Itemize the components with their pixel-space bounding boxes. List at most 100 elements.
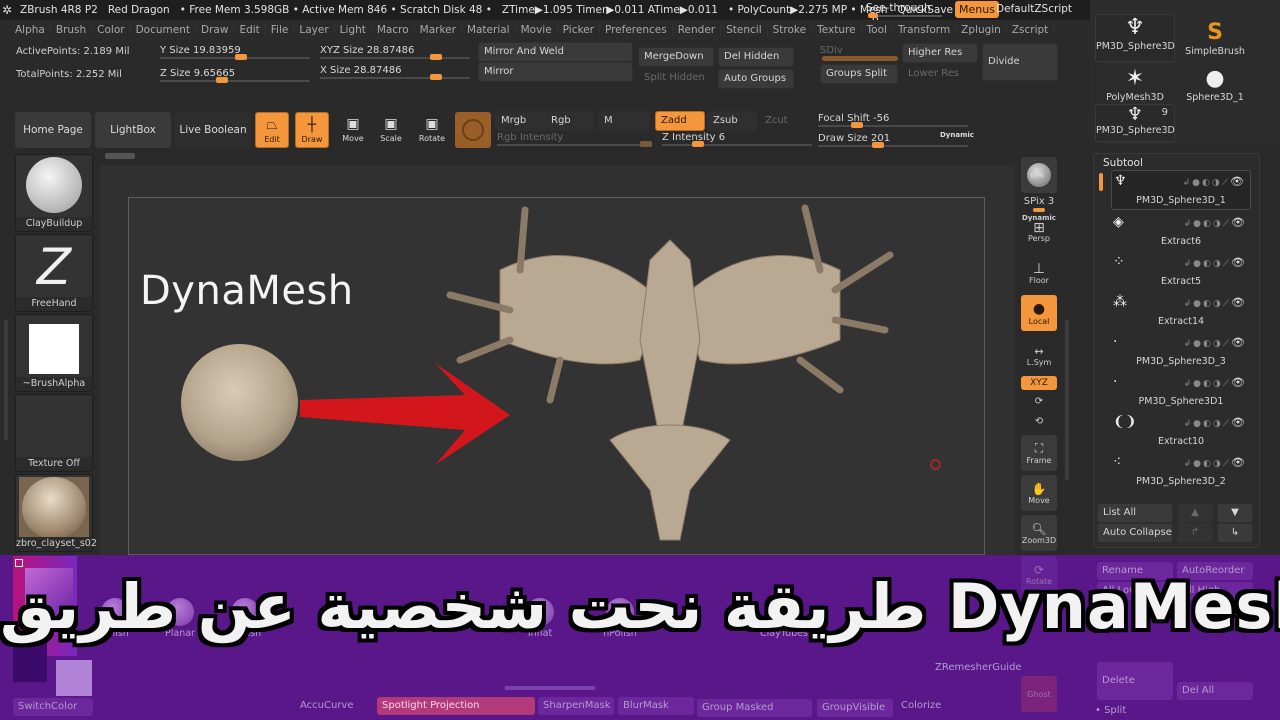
menu-transform[interactable]: Transform bbox=[893, 24, 957, 36]
tool-thumb[interactable]: S SimpleBrush bbox=[1175, 20, 1255, 60]
menu-movie[interactable]: Movie bbox=[516, 24, 558, 36]
subtool-item[interactable]: ♆ ↲●◐◑⟋👁︎ PM3D_Sphere3D_1 bbox=[1111, 170, 1251, 210]
menu-document[interactable]: Document bbox=[131, 24, 196, 36]
menu-marker[interactable]: Marker bbox=[415, 24, 462, 36]
subtool-item[interactable]: ⁂ ↲●◐◑⟋👁︎ Extract14 bbox=[1111, 292, 1251, 332]
menu-preferences[interactable]: Preferences bbox=[600, 24, 673, 36]
menu-stroke[interactable]: Stroke bbox=[768, 24, 813, 36]
move-down-icon[interactable]: ▼ bbox=[1217, 503, 1253, 523]
menu-macro[interactable]: Macro bbox=[372, 24, 415, 36]
menu-render[interactable]: Render bbox=[673, 24, 722, 36]
sdiv-slider[interactable]: SDiv bbox=[820, 43, 898, 63]
slider-knob[interactable] bbox=[639, 141, 652, 147]
m-button[interactable]: M bbox=[598, 111, 650, 131]
ghost-button[interactable]: Ghost bbox=[1021, 676, 1057, 712]
scale-button[interactable]: ▣ Scale bbox=[374, 112, 408, 148]
blur-mask-button[interactable]: BlurMask bbox=[618, 697, 694, 715]
accucurve-button[interactable]: AccuCurve bbox=[295, 697, 375, 715]
auto-groups-button[interactable]: Auto Groups bbox=[718, 69, 794, 89]
subtool-controls[interactable]: ↲●◐◑⟋👁︎ bbox=[1184, 456, 1247, 469]
menu-layer[interactable]: Layer bbox=[294, 24, 335, 36]
list-all-button[interactable]: List All bbox=[1097, 503, 1173, 523]
brush-selector[interactable]: ClayBuildup bbox=[15, 154, 93, 232]
alpha-selector[interactable]: ~BrushAlpha bbox=[15, 314, 93, 392]
lightbox-button[interactable]: LightBox bbox=[95, 112, 171, 148]
del-hidden-button[interactable]: Del Hidden bbox=[718, 47, 794, 67]
tool-thumb[interactable]: ♆ PM3D_Sphere3D bbox=[1095, 14, 1175, 62]
shelf-scroll-handle[interactable] bbox=[105, 153, 135, 159]
menu-alpha[interactable]: Alpha bbox=[10, 24, 51, 36]
colorize-button[interactable]: Colorize bbox=[896, 697, 996, 715]
dynamic-toggle[interactable]: Dynamic bbox=[940, 131, 974, 139]
delete-button[interactable]: Delete bbox=[1097, 662, 1173, 700]
slider-knob[interactable] bbox=[215, 77, 228, 83]
auto-collapse-button[interactable]: Auto Collapse bbox=[1097, 523, 1173, 543]
y-rotate-icon[interactable]: ⟳ bbox=[1021, 396, 1057, 407]
rgb-intensity-slider[interactable]: Rgb Intensity bbox=[497, 130, 652, 147]
menu-stencil[interactable]: Stencil bbox=[721, 24, 768, 36]
mirror-and-weld-button[interactable]: Mirror And Weld bbox=[478, 42, 633, 62]
spix-slider[interactable]: SPix 3 bbox=[1021, 196, 1057, 212]
menu-edit[interactable]: Edit bbox=[234, 24, 266, 36]
higher-res-button[interactable]: Higher Res bbox=[902, 43, 978, 63]
switch-color-button[interactable]: SwitchColor bbox=[13, 698, 93, 716]
slider-knob[interactable] bbox=[692, 141, 704, 147]
lsym-button[interactable]: ↔ L.Sym bbox=[1021, 345, 1057, 367]
redo-arrow-icon[interactable]: ↱ bbox=[1177, 523, 1213, 543]
merge-down-button[interactable]: MergeDown bbox=[638, 47, 714, 67]
frame-button[interactable]: ⛶ Frame bbox=[1021, 435, 1057, 471]
material-selector[interactable]: zbro_clayset_s02 bbox=[15, 474, 97, 552]
subtool-controls[interactable]: ↲●◐◑⟋👁︎ bbox=[1184, 376, 1247, 389]
lower-res-button[interactable]: Lower Res bbox=[902, 64, 978, 84]
menu-draw[interactable]: Draw bbox=[196, 24, 235, 36]
move-up-icon[interactable]: ▲ bbox=[1177, 503, 1213, 523]
split-section[interactable]: • Split bbox=[1095, 705, 1126, 716]
xyz-rotate-button[interactable]: XYZ bbox=[1021, 376, 1057, 390]
slider-knob[interactable] bbox=[429, 74, 442, 80]
secondary-color-swatch[interactable] bbox=[56, 660, 92, 696]
focal-shift-slider[interactable]: Focal Shift -56 bbox=[818, 111, 968, 128]
menus-toggle-button[interactable]: Menus bbox=[955, 1, 999, 18]
group-visible-button[interactable]: GroupVisible bbox=[817, 699, 893, 717]
menu-brush[interactable]: Brush bbox=[51, 24, 93, 36]
subtool-controls[interactable]: ↲●◐◑⟋👁︎ bbox=[1184, 216, 1247, 229]
persp-button[interactable]: Dynamic ⊞ Persp bbox=[1021, 214, 1057, 243]
slider-knob[interactable] bbox=[235, 54, 247, 60]
zsub-button[interactable]: Zsub bbox=[707, 111, 757, 131]
rotate-button[interactable]: ▣ Rotate bbox=[415, 112, 449, 148]
z-rotate-icon[interactable]: ⟲ bbox=[1021, 416, 1057, 427]
rgb-button[interactable]: Rgb bbox=[545, 111, 595, 131]
menu-zplugin[interactable]: Zplugin bbox=[956, 24, 1007, 36]
z-intensity-slider[interactable]: Z Intensity 6 bbox=[662, 130, 812, 147]
divide-button[interactable]: Divide bbox=[982, 43, 1058, 81]
subtool-item[interactable]: ⁘ ↲●◐◑⟋👁︎ Extract5 bbox=[1111, 252, 1251, 292]
subtool-controls[interactable]: ↲●◐◑⟋👁︎ bbox=[1183, 175, 1246, 188]
zcut-button[interactable]: Zcut bbox=[759, 111, 809, 131]
floor-button[interactable]: ⊥ Floor bbox=[1021, 262, 1057, 285]
del-all-button[interactable]: Del All bbox=[1177, 682, 1253, 700]
subtool-scroll-handle[interactable] bbox=[1099, 173, 1103, 191]
left-scrollbar[interactable] bbox=[4, 320, 8, 440]
zoom3d-button[interactable]: 🔍︎ Zoom3D bbox=[1021, 515, 1057, 551]
xyz-size-slider[interactable]: XYZ Size 28.87486 bbox=[320, 43, 470, 60]
home-page-button[interactable]: Home Page bbox=[15, 112, 91, 148]
subtool-item[interactable]: · ↲●◐◑⟋👁︎ PM3D_Sphere3D1 bbox=[1111, 372, 1251, 412]
move-button[interactable]: ▣ Move bbox=[336, 112, 370, 148]
tool-thumb[interactable]: ✶ PolyMesh3D bbox=[1095, 66, 1175, 106]
subtool-item[interactable]: · ↲●◐◑⟋👁︎ PM3D_Sphere3D_3 bbox=[1111, 332, 1251, 372]
slider-knob[interactable] bbox=[851, 122, 863, 128]
brush-label[interactable]: ZRemesherGuide bbox=[935, 662, 1022, 673]
subtool-item[interactable]: ❨❩ ↲●◐◑⟋👁︎ Extract10 bbox=[1111, 412, 1251, 452]
menu-light[interactable]: Light bbox=[335, 24, 372, 36]
menu-file[interactable]: File bbox=[266, 24, 295, 36]
split-hidden-button[interactable]: Split Hidden bbox=[638, 68, 714, 88]
slider-knob[interactable] bbox=[872, 142, 884, 148]
subtool-controls[interactable]: ↲●◐◑⟋👁︎ bbox=[1184, 256, 1247, 269]
x-size-slider[interactable]: X Size 28.87486 bbox=[320, 63, 470, 80]
spotlight-projection-button[interactable]: Spotlight Projection bbox=[377, 697, 535, 715]
default-zscript-button[interactable]: DefaultZScript bbox=[996, 3, 1072, 15]
subtool-item[interactable]: ◈ ↲●◐◑⟋👁︎ Extract6 bbox=[1111, 212, 1251, 252]
subtool-item[interactable]: ⁖ ↲●◐◑⟋👁︎ PM3D_Sphere3D_2 bbox=[1111, 452, 1251, 492]
live-boolean-button[interactable]: Live Boolean bbox=[175, 112, 251, 148]
y-size-slider[interactable]: Y Size 19.83959 bbox=[160, 43, 310, 60]
